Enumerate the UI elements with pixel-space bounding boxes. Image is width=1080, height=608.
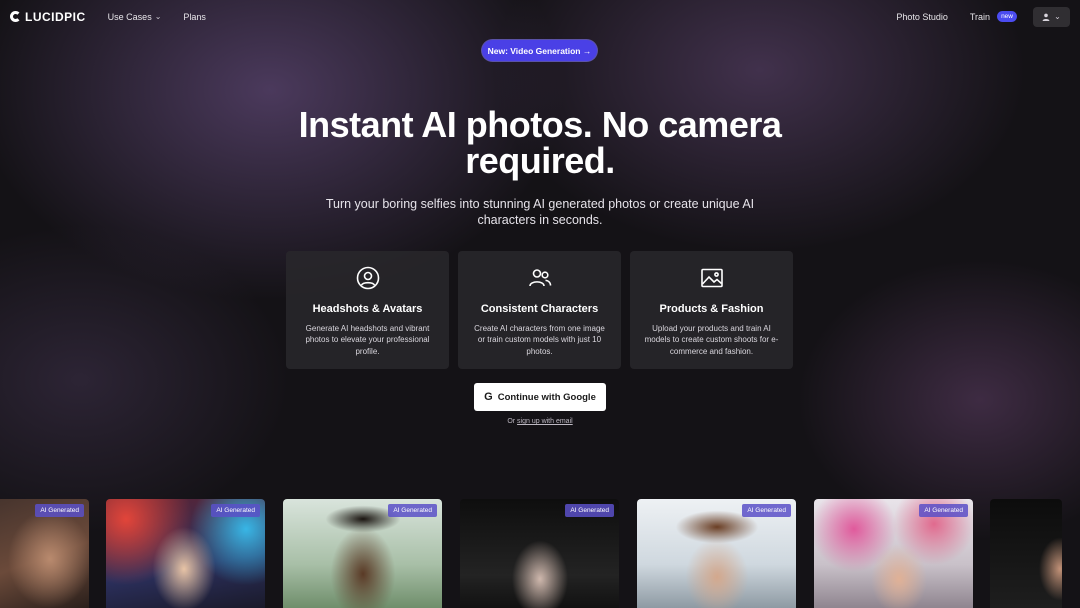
gallery-photo[interactable]: AI Generated — [0, 499, 89, 608]
chevron-down-icon: ⌄ — [1054, 12, 1061, 21]
ai-generated-tag: AI Generated — [35, 504, 84, 517]
gallery-photo[interactable] — [990, 499, 1062, 608]
ai-generated-tag: AI Generated — [211, 504, 260, 517]
nav-train-label: Train — [969, 11, 991, 22]
hero-title: Instant AI photos. No camera required. — [0, 107, 1080, 179]
alt-prefix: Or — [507, 418, 516, 425]
nav-use-cases[interactable]: Use Cases ⌄ — [108, 12, 162, 22]
user-circle-icon — [356, 266, 379, 290]
continue-with-google-button[interactable]: G Continue with Google — [474, 383, 606, 411]
feature-cards: Headshots & Avatars Generate AI headshot… — [286, 251, 793, 369]
users-icon — [528, 269, 551, 287]
sign-up-email-link[interactable]: sign up with email — [517, 418, 573, 425]
feature-desc: Generate AI headshots and vibrant photos… — [305, 324, 430, 356]
feature-desc: Create AI characters from one image or t… — [474, 324, 605, 356]
chevron-down-icon: ⌄ — [154, 12, 162, 21]
brand-name: LUCIDPIC — [25, 9, 86, 24]
google-button-label: Continue with Google — [497, 391, 596, 403]
feature-title: Headshots & Avatars — [312, 303, 423, 315]
feature-title: Consistent Characters — [480, 303, 599, 315]
nav-use-cases-label: Use Cases — [107, 11, 152, 22]
nav-plans-label: Plans — [183, 11, 206, 22]
hero-subtitle: Turn your boring selfies into stunning A… — [325, 197, 755, 227]
hero-title-line1: Instant AI photos. No camera — [298, 104, 782, 145]
photo-gallery: AI Generated AI Generated AI Generated A… — [0, 499, 1062, 608]
nav-photo-studio-label: Photo Studio — [896, 11, 948, 22]
logo-mark-icon — [10, 11, 21, 22]
feature-card-headshots[interactable]: Headshots & Avatars Generate AI headshot… — [286, 251, 449, 369]
ai-generated-tag: AI Generated — [565, 504, 614, 517]
ai-generated-tag: AI Generated — [388, 504, 437, 517]
ai-generated-tag: AI Generated — [919, 504, 968, 517]
feature-card-characters[interactable]: Consistent Characters Create AI characte… — [458, 251, 621, 369]
image-icon — [700, 268, 723, 288]
brand-logo[interactable]: LUCIDPIC — [10, 10, 86, 24]
gallery-photo[interactable]: AI Generated — [814, 499, 973, 608]
feature-title: Products & Fashion — [659, 303, 764, 315]
gallery-photo[interactable]: AI Generated — [460, 499, 619, 608]
google-icon: G — [484, 391, 493, 403]
gallery-photo[interactable]: AI Generated — [106, 499, 265, 608]
account-menu-button[interactable]: ⌄ — [1033, 6, 1070, 27]
announcement-pill[interactable]: New: Video Generation → — [482, 40, 597, 61]
top-nav: LUCIDPIC Use Cases ⌄ Plans Photo Studio … — [0, 0, 1080, 33]
nav-photo-studio[interactable]: Photo Studio — [896, 12, 948, 22]
gallery-photo[interactable]: AI Generated — [637, 499, 796, 608]
ai-generated-tag: AI Generated — [742, 504, 791, 517]
new-badge: new — [997, 11, 1017, 22]
feature-card-products[interactable]: Products & Fashion Upload your products … — [630, 251, 793, 369]
gallery-photo[interactable]: AI Generated — [283, 499, 442, 608]
feature-desc: Upload your products and train AI models… — [644, 324, 779, 356]
nav-plans[interactable]: Plans — [183, 12, 206, 22]
user-icon — [1042, 13, 1050, 21]
nav-train[interactable]: Train new — [970, 11, 1017, 22]
hero-title-line2: required. — [465, 140, 615, 181]
email-signup-line: Or sign up with email — [0, 418, 1080, 425]
